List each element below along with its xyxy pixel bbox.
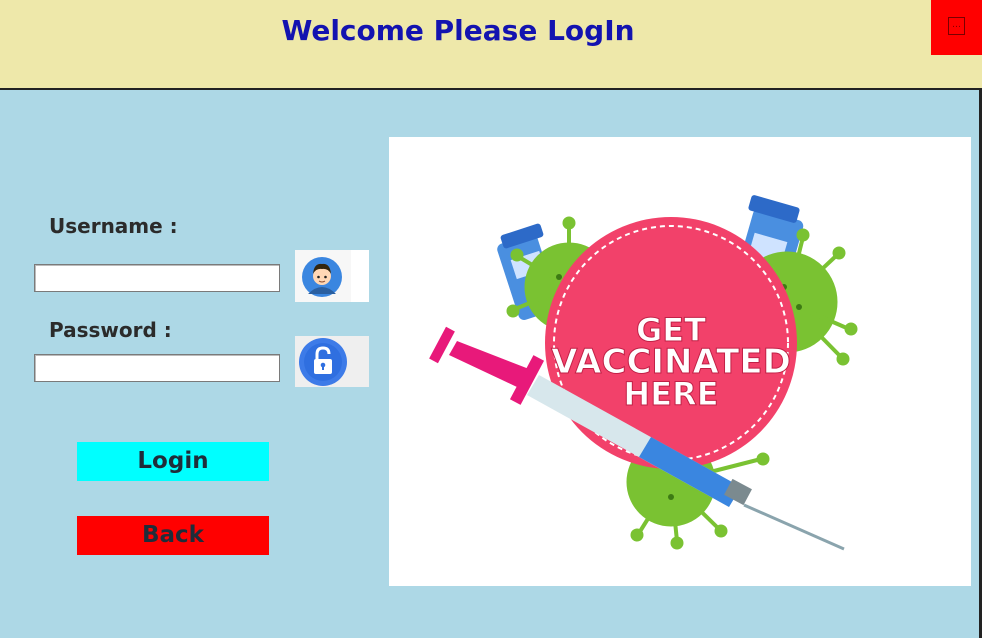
lock-icon-box — [295, 336, 369, 387]
vaccination-poster: GET VACCINATED HERE — [389, 137, 971, 586]
password-input[interactable] — [34, 354, 280, 382]
user-avatar-icon — [295, 250, 369, 302]
window-control-button[interactable]: … — [931, 0, 982, 55]
password-label: Password : — [49, 318, 172, 342]
username-input[interactable] — [34, 264, 280, 292]
lock-icon — [295, 336, 369, 387]
minimize-icon: … — [948, 17, 965, 35]
header-bar: Welcome Please LogIn … — [0, 0, 982, 90]
poster-line-3: HERE — [623, 375, 718, 413]
login-button[interactable]: Login — [77, 442, 269, 481]
user-icon-box — [295, 250, 369, 302]
back-button[interactable]: Back — [77, 516, 269, 555]
page-title: Welcome Please LogIn — [281, 14, 635, 47]
vaccination-poster-art: GET VACCINATED HERE — [429, 195, 858, 551]
username-label: Username : — [49, 214, 178, 238]
